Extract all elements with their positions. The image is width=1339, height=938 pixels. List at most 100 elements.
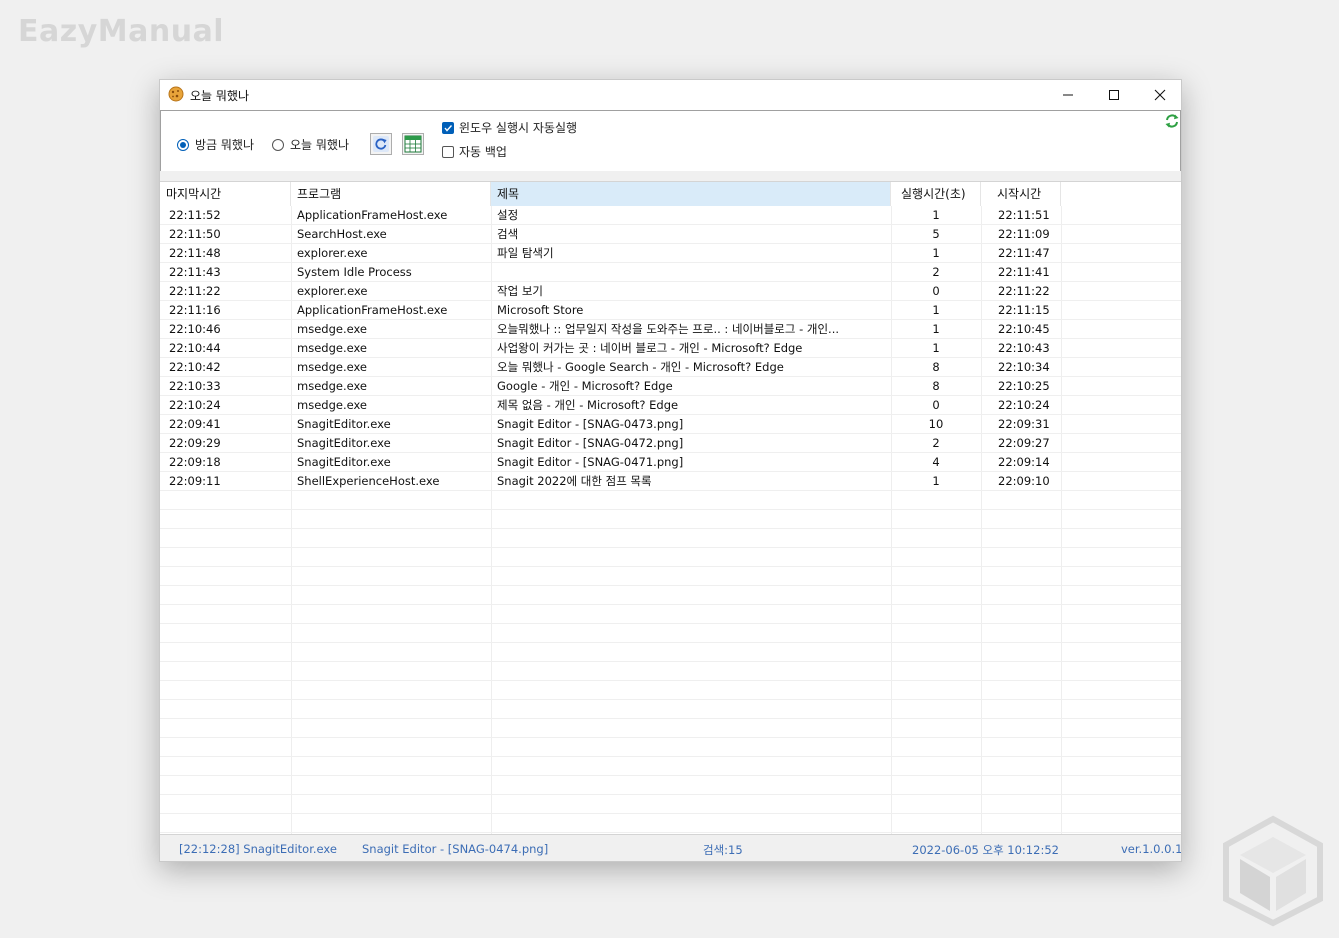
cell-title: Microsoft Store: [497, 303, 584, 317]
cell-duration: 0: [932, 398, 940, 412]
minimize-button[interactable]: [1045, 80, 1091, 110]
cell-duration: 1: [932, 474, 940, 488]
cell-duration: 1: [932, 322, 940, 336]
cell-duration: 1: [932, 303, 940, 317]
table-row[interactable]: 22:10:44 msedge.exe 사업왕이 커가는 곳 : 네이버 블로그 -…: [160, 339, 1181, 358]
cell-duration: 2: [932, 265, 940, 279]
table-row[interactable]: 22:10:46 msedge.exe 오늘뭐했나 :: 업무일지 작성을 도와주는…: [160, 320, 1181, 339]
cell-program: msedge.exe: [297, 360, 367, 374]
cell-start-time: 22:09:14: [998, 455, 1050, 469]
empty-row: [160, 624, 1181, 643]
cell-duration: 8: [932, 379, 940, 393]
cell-program: explorer.exe: [297, 246, 368, 260]
splitter[interactable]: [160, 171, 1181, 182]
column-header-start-time[interactable]: 시작시간: [981, 182, 1061, 206]
cell-last-time: 22:09:11: [169, 474, 221, 488]
column-header-duration[interactable]: 실행시간(초): [891, 182, 981, 206]
sync-icon[interactable]: [1164, 113, 1180, 129]
cell-last-time: 22:09:41: [169, 417, 221, 431]
refresh-button[interactable]: [370, 133, 392, 155]
table-row[interactable]: 22:11:22 explorer.exe 작업 보기 0 22:11:22: [160, 282, 1181, 301]
watermark-text: EazyManual: [18, 14, 225, 49]
cell-start-time: 22:11:47: [998, 246, 1050, 260]
cell-start-time: 22:11:09: [998, 227, 1050, 241]
app-window: 오늘 뭐했나 방금 뭐했나 오늘 뭐했나 윈도우 실행시 자동실행 자동 백업 …: [159, 79, 1182, 862]
column-header-last-time[interactable]: 마지막시간: [160, 182, 291, 206]
cell-start-time: 22:10:24: [998, 398, 1050, 412]
window-title: 오늘 뭐했나: [190, 89, 250, 103]
column-header-program[interactable]: 프로그램: [291, 182, 491, 206]
table-row[interactable]: 22:10:24 msedge.exe 제목 없음 - 개인 - Microsoft…: [160, 396, 1181, 415]
cell-last-time: 22:11:16: [169, 303, 221, 317]
cell-program: ShellExperienceHost.exe: [297, 474, 440, 488]
cell-last-time: 22:09:29: [169, 436, 221, 450]
backup-label[interactable]: 자동 백업: [459, 143, 507, 160]
cell-duration: 1: [932, 341, 940, 355]
status-datetime: 2022-06-05 오후 10:12:52: [912, 843, 1059, 857]
cell-start-time: 22:11:51: [998, 208, 1050, 222]
cell-start-time: 22:10:45: [998, 322, 1050, 336]
maximize-button[interactable]: [1091, 80, 1137, 110]
empty-row: [160, 605, 1181, 624]
autostart-checkbox[interactable]: [442, 122, 454, 134]
radio-today[interactable]: [272, 139, 284, 151]
cell-start-time: 22:09:31: [998, 417, 1050, 431]
column-header-title[interactable]: 제목: [491, 182, 891, 206]
maximize-icon: [1109, 90, 1119, 100]
cell-start-time: 22:11:15: [998, 303, 1050, 317]
empty-row: [160, 643, 1181, 662]
cell-title: Snagit Editor - [SNAG-0471.png]: [497, 455, 684, 469]
radio-recent-label[interactable]: 방금 뭐했나: [195, 136, 254, 153]
close-button[interactable]: [1137, 80, 1181, 110]
empty-row: [160, 510, 1181, 529]
table-row[interactable]: 22:09:41 SnagitEditor.exe Snagit Editor - …: [160, 415, 1181, 434]
autostart-label[interactable]: 윈도우 실행시 자동실행: [459, 119, 577, 136]
empty-row: [160, 795, 1181, 814]
cell-title: Snagit Editor - [SNAG-0472.png]: [497, 436, 684, 450]
cell-last-time: 22:11:50: [169, 227, 221, 241]
export-button[interactable]: [402, 133, 424, 155]
table-row[interactable]: 22:09:11 ShellExperienceHost.exe Snagit 20…: [160, 472, 1181, 491]
status-count: 검색:15: [703, 843, 743, 857]
table-row[interactable]: 22:11:48 explorer.exe 파일 탐색기 1 22:11:47: [160, 244, 1181, 263]
status-current-title: Snagit Editor - [SNAG-0474.png]: [362, 842, 549, 856]
cell-program: SearchHost.exe: [297, 227, 387, 241]
table-row[interactable]: 22:11:52 ApplicationFrameHost.exe 설정 1 22:11…: [160, 206, 1181, 225]
table-row[interactable]: 22:11:43 System Idle Process 2 22:11:41: [160, 263, 1181, 282]
radio-recent[interactable]: [177, 139, 189, 151]
empty-row: [160, 548, 1181, 567]
table-row[interactable]: 22:11:16 ApplicationFrameHost.exe Microsof…: [160, 301, 1181, 320]
cell-last-time: 22:10:33: [169, 379, 221, 393]
cell-start-time: 22:11:22: [998, 284, 1050, 298]
cell-program: msedge.exe: [297, 341, 367, 355]
radio-today-label[interactable]: 오늘 뭐했나: [290, 136, 349, 153]
cell-duration: 8: [932, 360, 940, 374]
cell-duration: 1: [932, 208, 940, 222]
backup-checkbox[interactable]: [442, 146, 454, 158]
cell-start-time: 22:09:10: [998, 474, 1050, 488]
table-row[interactable]: 22:11:50 SearchHost.exe 검색 5 22:11:09: [160, 225, 1181, 244]
table-row[interactable]: 22:10:33 msedge.exe Google - 개인 - Microsof…: [160, 377, 1181, 396]
cell-duration: 2: [932, 436, 940, 450]
cell-program: msedge.exe: [297, 322, 367, 336]
empty-row: [160, 719, 1181, 738]
cell-title: 오늘 뭐했나 - Google Search - 개인 - Microsoft?…: [497, 360, 784, 374]
table-header: 마지막시간 프로그램 제목 실행시간(초) 시작시간: [160, 182, 1181, 206]
table-row[interactable]: 22:09:18 SnagitEditor.exe Snagit Editor - …: [160, 453, 1181, 472]
status-current-program: [22:12:28] SnagitEditor.exe: [179, 842, 337, 856]
cell-title: 검색: [497, 227, 519, 241]
cell-last-time: 22:09:18: [169, 455, 221, 469]
empty-row: [160, 586, 1181, 605]
cell-last-time: 22:10:46: [169, 322, 221, 336]
cell-duration: 4: [932, 455, 940, 469]
cell-start-time: 22:09:27: [998, 436, 1050, 450]
table-row[interactable]: 22:10:42 msedge.exe 오늘 뭐했나 - Google Search…: [160, 358, 1181, 377]
table-row[interactable]: 22:09:29 SnagitEditor.exe Snagit Editor - …: [160, 434, 1181, 453]
cell-last-time: 22:11:48: [169, 246, 221, 260]
cell-title: Google - 개인 - Microsoft? Edge: [497, 379, 673, 393]
cell-duration: 1: [932, 246, 940, 260]
cell-program: explorer.exe: [297, 284, 368, 298]
cell-program: msedge.exe: [297, 379, 367, 393]
cell-program: System Idle Process: [297, 265, 412, 279]
empty-row: [160, 681, 1181, 700]
